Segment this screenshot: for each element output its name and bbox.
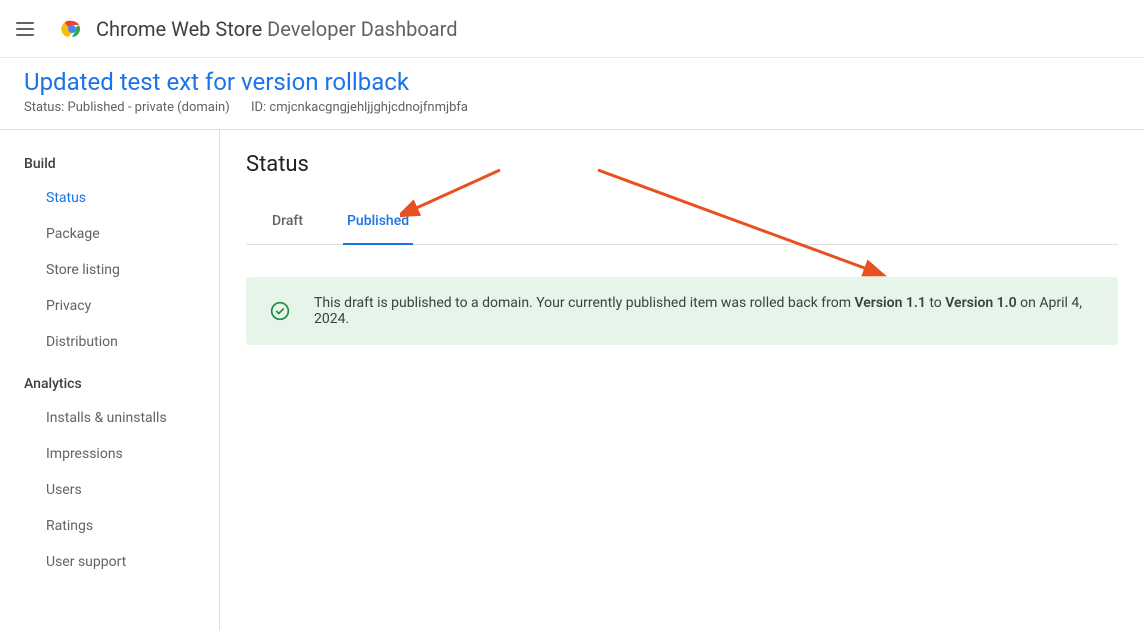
sidebar: Build Status Package Store listing Priva… (0, 130, 220, 630)
extension-id: ID: cmjcnkacgngjehljjghjcdnojfnmjbfa (251, 100, 468, 115)
extension-status: Status: Published - private (domain) (24, 100, 230, 115)
sidebar-section-analytics: Analytics (24, 368, 219, 400)
notice-text: This draft is published to a domain. You… (314, 295, 1094, 327)
chrome-logo-icon (60, 17, 84, 41)
notice-prefix: This draft is published to a domain. You… (314, 295, 854, 311)
notice-mid: to (926, 295, 945, 311)
sidebar-item-status[interactable]: Status (24, 180, 219, 216)
sidebar-item-users[interactable]: Users (24, 472, 219, 508)
extension-header: Updated test ext for version rollback St… (0, 58, 1144, 130)
notice-v2: Version 1.0 (945, 295, 1016, 311)
sidebar-item-package[interactable]: Package (24, 216, 219, 252)
sidebar-item-impressions[interactable]: Impressions (24, 436, 219, 472)
tab-draft[interactable]: Draft (268, 203, 307, 245)
sidebar-item-distribution[interactable]: Distribution (24, 324, 219, 360)
sidebar-item-user-support[interactable]: User support (24, 544, 219, 580)
sidebar-section-build: Build (24, 148, 219, 180)
page-title: Status (246, 152, 1118, 177)
sidebar-item-installs[interactable]: Installs & uninstalls (24, 400, 219, 436)
app-name-light: Developer Dashboard (267, 17, 457, 41)
top-bar: Chrome Web Store Developer Dashboard (0, 0, 1144, 58)
sidebar-item-privacy[interactable]: Privacy (24, 288, 219, 324)
menu-icon[interactable] (16, 17, 40, 41)
notice-v1: Version 1.1 (854, 295, 925, 311)
content-area: Status Draft Published This draft is pub… (220, 130, 1144, 630)
app-name-strong: Chrome Web Store (96, 17, 262, 41)
rollback-notice: This draft is published to a domain. You… (246, 277, 1118, 345)
sidebar-item-store-listing[interactable]: Store listing (24, 252, 219, 288)
tabs: Draft Published (246, 203, 1118, 245)
app-logo-title: Chrome Web Store Developer Dashboard (60, 17, 458, 41)
extension-title[interactable]: Updated test ext for version rollback (24, 68, 1120, 96)
check-circle-icon (270, 301, 290, 321)
sidebar-item-ratings[interactable]: Ratings (24, 508, 219, 544)
tab-published[interactable]: Published (343, 203, 413, 245)
